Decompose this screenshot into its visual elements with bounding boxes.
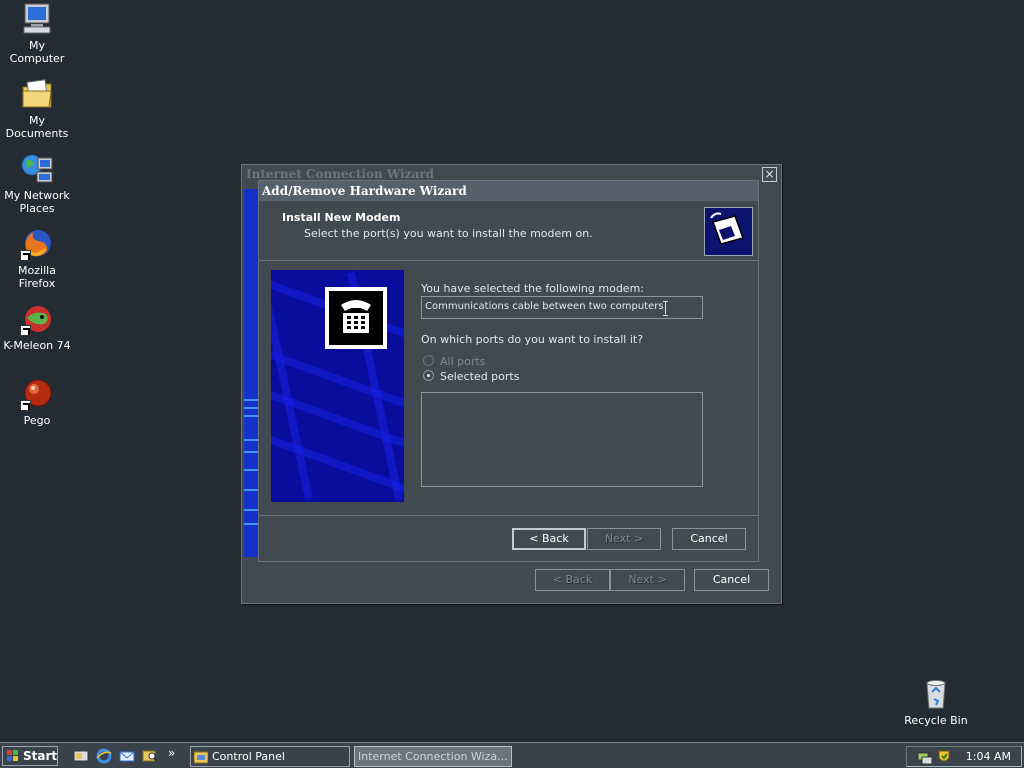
desktop-icon-firefox[interactable]: Mozilla Firefox bbox=[0, 227, 74, 290]
windows-logo-icon bbox=[7, 750, 18, 761]
search-icon[interactable] bbox=[142, 748, 158, 764]
security-tray-icon[interactable] bbox=[936, 749, 952, 765]
cancel-button[interactable]: Cancel bbox=[672, 528, 746, 550]
add-remove-hardware-wizard-window: Add/Remove Hardware Wizard Install New M… bbox=[258, 180, 759, 562]
task-label: Internet Connection Wiza... bbox=[358, 750, 508, 763]
header-subtitle: Select the port(s) you want to install t… bbox=[304, 227, 593, 240]
taskbar: Start » Control Panel Internet Connectio… bbox=[0, 742, 1024, 768]
back-button[interactable]: < Back bbox=[512, 528, 586, 550]
ports-question-label: On which ports do you want to install it… bbox=[421, 333, 644, 346]
desktop-icon-network-places[interactable]: My Network Places bbox=[0, 152, 74, 215]
outer-cancel-button[interactable]: Cancel bbox=[694, 569, 769, 591]
shortcut-arrow-icon bbox=[20, 325, 31, 336]
header-title: Install New Modem bbox=[282, 211, 401, 224]
desktop-icon-label: My Computer bbox=[9, 39, 65, 65]
desktop-icon-my-documents[interactable]: My Documents bbox=[0, 77, 74, 140]
all-ports-radio[interactable] bbox=[423, 355, 434, 366]
internet-explorer-icon[interactable] bbox=[96, 748, 112, 764]
close-button[interactable]: × bbox=[762, 167, 777, 182]
text-cursor-icon bbox=[663, 301, 669, 316]
outlook-express-icon[interactable] bbox=[119, 748, 135, 764]
modem-name-value: Communications cable between two compute… bbox=[425, 301, 664, 312]
selected-ports-label: Selected ports bbox=[440, 370, 520, 383]
next-button[interactable]: Next > bbox=[587, 528, 661, 550]
task-label: Control Panel bbox=[212, 750, 285, 763]
recycle-bin-icon bbox=[919, 677, 953, 711]
shortcut-arrow-icon bbox=[20, 400, 31, 411]
all-ports-label: All ports bbox=[440, 355, 486, 368]
wizard-side-image bbox=[271, 270, 404, 502]
task-internet-connection-wizard[interactable]: Internet Connection Wiza... bbox=[354, 746, 512, 767]
desktop-icon-label: Recycle Bin bbox=[904, 714, 968, 727]
selected-ports-radio[interactable] bbox=[423, 370, 434, 381]
show-desktop-icon[interactable] bbox=[73, 748, 89, 764]
outer-back-button[interactable]: < Back bbox=[535, 569, 610, 591]
network-icon bbox=[20, 152, 54, 186]
desktop-icon-label: Mozilla Firefox bbox=[18, 264, 56, 290]
outer-next-button[interactable]: Next > bbox=[610, 569, 685, 591]
selected-modem-label: You have selected the following modem: bbox=[421, 282, 644, 295]
modem-name-field[interactable]: Communications cable between two compute… bbox=[421, 296, 703, 319]
window-title: Add/Remove Hardware Wizard bbox=[259, 181, 758, 201]
folder-documents-icon bbox=[20, 77, 54, 111]
wizard-header: Install New Modem Select the port(s) you… bbox=[259, 202, 758, 261]
divider bbox=[259, 515, 758, 516]
telephone-icon bbox=[325, 287, 387, 349]
desktop-icon-my-computer[interactable]: My Computer bbox=[0, 2, 74, 65]
start-label: Start bbox=[23, 749, 58, 763]
start-button[interactable]: Start bbox=[2, 746, 58, 766]
system-tray: 1:04 AM bbox=[906, 746, 1022, 767]
control-panel-icon bbox=[194, 751, 208, 764]
ports-list[interactable] bbox=[421, 392, 703, 487]
desktop-icon-kmeleon[interactable]: K-Meleon 74 bbox=[0, 302, 74, 352]
clock[interactable]: 1:04 AM bbox=[966, 750, 1011, 763]
desktop-icon-label: K-Meleon 74 bbox=[3, 339, 71, 352]
task-control-panel[interactable]: Control Panel bbox=[190, 746, 350, 767]
quick-launch-overflow-button[interactable]: » bbox=[168, 746, 175, 760]
pego-icon bbox=[20, 377, 54, 411]
wizard-side-banner bbox=[244, 189, 258, 557]
desktop-icon-recycle-bin[interactable]: Recycle Bin bbox=[899, 677, 973, 727]
desktop-icon-pego[interactable]: Pego bbox=[0, 377, 74, 427]
computer-icon bbox=[20, 2, 54, 36]
shortcut-arrow-icon bbox=[20, 250, 31, 261]
modem-install-icon bbox=[704, 207, 753, 256]
desktop-icon-label: My Network Places bbox=[4, 189, 70, 215]
kmeleon-icon bbox=[20, 302, 54, 336]
network-tray-icon[interactable] bbox=[917, 749, 933, 765]
desktop-icon-label: My Documents bbox=[5, 114, 69, 140]
firefox-icon bbox=[20, 227, 54, 261]
desktop-icon-label: Pego bbox=[23, 414, 51, 427]
